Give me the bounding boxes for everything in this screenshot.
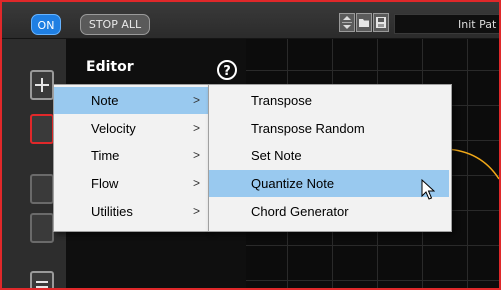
context-menu: Note > Velocity > Time > Flow > Utilitie… [53,84,211,232]
submenu-arrow-icon: > [193,204,201,218]
menu-item-note[interactable]: Note > [54,87,208,114]
menu-item-label: Time [91,148,120,163]
submenu-item-set-note[interactable]: Set Note [209,142,449,169]
on-button[interactable]: ON [31,14,61,35]
mouse-cursor-icon [421,179,435,200]
toolbar: ON STOP ALL Init Pat [2,2,499,39]
preset-up-down-icon[interactable] [339,13,355,32]
tool-button[interactable] [30,174,54,204]
tool-button[interactable] [30,213,54,243]
menu-item-velocity[interactable]: Velocity > [54,115,208,142]
submenu-item-transpose-random[interactable]: Transpose Random [209,115,449,142]
add-icon[interactable] [30,70,54,100]
save-icon[interactable] [373,13,389,32]
help-icon[interactable]: ? [217,60,237,80]
stop-all-button[interactable]: STOP ALL [80,14,150,35]
menu-item-flow[interactable]: Flow > [54,170,208,197]
list-icon[interactable] [30,271,54,288]
menu-item-utilities[interactable]: Utilities > [54,198,208,225]
menu-item-label: Utilities [91,204,133,219]
selected-tool-button[interactable] [30,114,54,144]
note-submenu: Transpose Transpose Random Set Note Quan… [208,84,452,232]
submenu-item-chord-generator[interactable]: Chord Generator [209,198,449,225]
submenu-arrow-icon: > [193,93,201,107]
folder-icon[interactable] [356,13,372,32]
menu-item-label: Flow [91,176,119,191]
submenu-arrow-icon: > [193,176,201,190]
submenu-arrow-icon: > [193,121,201,135]
preset-name-display[interactable]: Init Pat [394,14,499,34]
menu-item-label: Note [91,93,119,108]
submenu-item-quantize-note[interactable]: Quantize Note [209,170,449,197]
editor-title: Editor [86,59,134,75]
submenu-item-transpose[interactable]: Transpose [209,87,449,114]
menu-item-time[interactable]: Time > [54,142,208,169]
submenu-arrow-icon: > [193,148,201,162]
menu-item-label: Velocity [91,121,136,136]
